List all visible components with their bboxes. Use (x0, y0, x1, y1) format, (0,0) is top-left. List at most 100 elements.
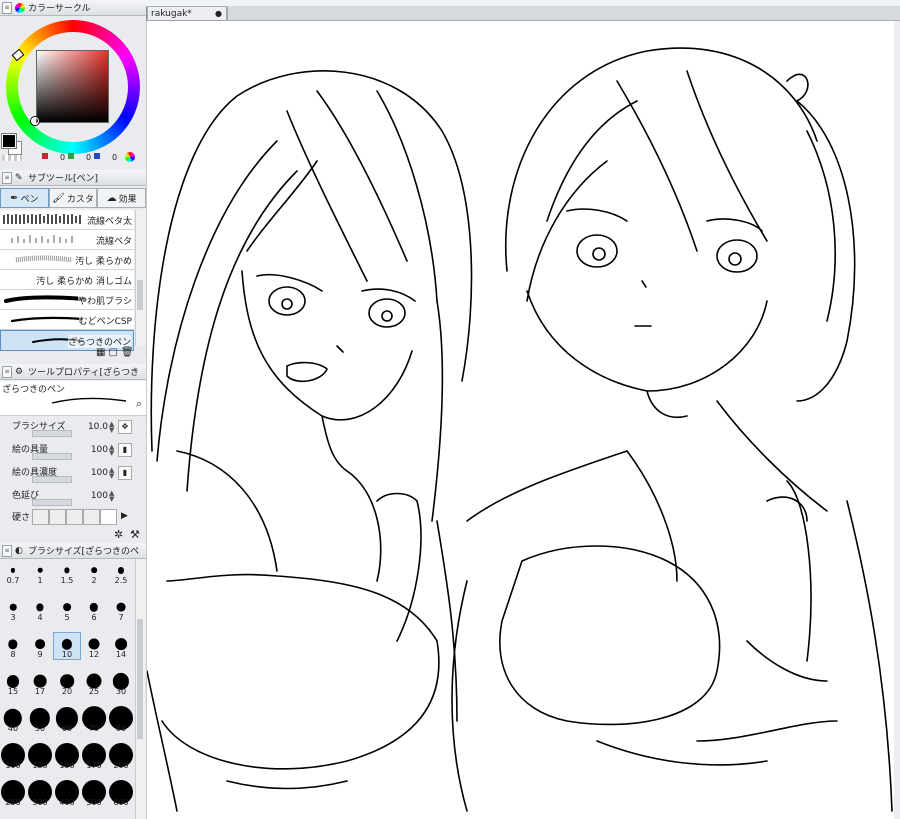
brush-item[interactable]: 汚し 柔らかめ (0, 250, 134, 270)
brush-size-option[interactable]: 1.5 (54, 559, 80, 585)
brush-size-option[interactable]: 9 (27, 633, 53, 659)
brush-item[interactable]: むどペンCSP (0, 310, 134, 330)
new-subtool-icon[interactable]: ▢ (108, 347, 117, 358)
color-stretch-slider[interactable] (32, 499, 72, 506)
wrench-icon[interactable]: ⚒ (130, 528, 140, 541)
hardness-segment[interactable] (49, 509, 66, 525)
brush-size-option[interactable]: 40 (0, 707, 26, 733)
color-mode-icon[interactable] (125, 152, 135, 162)
paint-amount-slider[interactable] (32, 453, 72, 460)
brush-size-option[interactable]: 25 (81, 670, 107, 696)
sv-cursor[interactable] (31, 117, 39, 125)
brush-size-option[interactable]: 60 (54, 707, 80, 733)
hardness-segment[interactable] (32, 509, 49, 525)
spin-icon[interactable]: ▲ ▼ (109, 490, 114, 503)
brush-size-option[interactable]: 300 (27, 780, 53, 807)
drawing-canvas[interactable] (146, 21, 900, 819)
brush-size-option[interactable]: 30 (108, 670, 134, 696)
spin-icon[interactable]: ▲ ▼ (109, 421, 114, 434)
brush-size-option[interactable]: 600 (108, 780, 134, 807)
brush-size-option[interactable]: 17 (27, 670, 53, 696)
brush-item[interactable]: 流線ベタ (0, 230, 134, 250)
brush-size-option[interactable]: 4 (27, 596, 53, 622)
brush-size-option[interactable]: 170 (81, 743, 107, 770)
brush-size-option[interactable]: 120 (27, 743, 53, 770)
brush-size-option[interactable]: 15 (0, 670, 26, 696)
magnify-icon[interactable]: ⌕ (136, 397, 142, 411)
panel-grip-icon[interactable]: ≡ (2, 1, 12, 14)
brush-size-option[interactable]: 200 (108, 743, 134, 770)
panel-grip-icon[interactable]: ≡ (2, 171, 12, 184)
tab-effect[interactable]: ☁ 効果 (97, 188, 147, 208)
canvas-vertical-scrollbar[interactable] (894, 21, 900, 819)
tab-custom[interactable]: 🖌 カスタ (48, 188, 98, 208)
panel-grip-icon[interactable]: ≡ (2, 365, 12, 378)
brush-size-option[interactable]: 150 (54, 743, 80, 770)
paint-density-slider[interactable] (32, 476, 72, 483)
brush-size-option[interactable]: 400 (54, 780, 80, 807)
pressure-icon[interactable]: ✥ (118, 420, 132, 434)
spin-icon[interactable]: ▲ ▼ (109, 444, 114, 457)
pressure-icon[interactable]: ▮ (118, 466, 132, 480)
brush-size-option[interactable]: 0.7 (0, 559, 26, 585)
scroll-thumb[interactable] (137, 619, 143, 739)
brush-item[interactable]: 流線ベタ太 (0, 210, 134, 230)
brush-size-label: 9 (37, 650, 43, 659)
color-circle-panel-header[interactable]: ≡ カラーサークル (0, 0, 146, 16)
brush-list-scrollbar[interactable] (135, 210, 145, 346)
pressure-icon[interactable]: ▮ (118, 443, 132, 457)
brush-size-option[interactable]: 50 (27, 707, 53, 733)
brush-size-option[interactable]: 20 (54, 670, 80, 696)
scroll-thumb[interactable] (137, 280, 143, 310)
brush-size-option[interactable]: 80 (108, 706, 134, 733)
brush-size-label: 100 (5, 761, 21, 770)
brush-size-option[interactable]: 12 (81, 633, 107, 659)
brush-size-option[interactable]: 10 (53, 632, 81, 660)
brush-size-option[interactable]: 6 (81, 596, 107, 622)
prop-value[interactable]: 100 (86, 468, 108, 478)
trash-icon[interactable]: 🗑 (121, 347, 134, 358)
brush-size-option[interactable]: 3 (0, 596, 26, 622)
brush-size-panel-header[interactable]: ≡ ◐ ブラシサイズ[ざらつきのペ (0, 543, 146, 559)
hardness-segment[interactable] (83, 509, 100, 525)
play-icon[interactable]: ▶ (121, 511, 128, 521)
subtool-panel-header[interactable]: ≡ ✎ サブツール[ペン] (0, 170, 146, 186)
brush-size-option[interactable]: 8 (0, 633, 26, 659)
brush-item[interactable]: やわ肌ブラシ (0, 290, 134, 310)
brush-size-scrollbar[interactable] (135, 559, 145, 819)
stamp-icon[interactable]: ▦ (96, 347, 105, 358)
brush-size-option[interactable]: 2 (81, 559, 107, 585)
brush-label: 汚し 柔らかめ 消しゴム (36, 274, 132, 287)
brush-size-option[interactable]: 250 (0, 780, 26, 807)
brush-size-option[interactable]: 1 (27, 559, 53, 585)
green-value: 0 (86, 153, 92, 162)
brush-label: 流線ベタ太 (86, 214, 132, 227)
spin-icon[interactable]: ▲ ▼ (109, 467, 114, 480)
close-tab-icon[interactable]: ● (215, 9, 222, 18)
brush-size-label: 600 (113, 798, 129, 807)
tab-pen[interactable]: ✒ ペン (0, 188, 49, 208)
foreground-color-swatch[interactable] (2, 134, 16, 148)
tool-property-panel-header[interactable]: ≡ ⚙ ツールプロパティ[ざらつき (0, 364, 146, 380)
brush-size-option[interactable]: 2.5 (108, 559, 134, 585)
brush-size-option[interactable]: 14 (108, 633, 134, 659)
brush-item[interactable]: 汚し 柔らかめ 消しゴム (0, 270, 134, 290)
brush-size-option[interactable]: 7 (108, 596, 134, 622)
brush-size-dot (61, 639, 73, 650)
document-tab[interactable]: rakugak* ● (147, 6, 227, 20)
prop-value[interactable]: 100 (86, 445, 108, 455)
transparent-color-swatch[interactable] (2, 155, 22, 161)
brush-size-slider[interactable] (32, 430, 72, 437)
brush-size-option[interactable]: 100 (0, 743, 26, 770)
saturation-value-square[interactable] (36, 50, 109, 123)
hardness-segment[interactable] (66, 509, 83, 525)
brush-size-option[interactable]: 70 (81, 706, 107, 733)
brush-size-option[interactable]: 500 (81, 780, 107, 807)
brush-size-option[interactable]: 5 (54, 596, 80, 622)
pen-tool-icon: ✎ (15, 172, 23, 183)
settings-icon[interactable]: ✲ (114, 528, 123, 541)
hardness-segment[interactable] (100, 509, 117, 525)
prop-value[interactable]: 10.0 (86, 422, 108, 432)
prop-value[interactable]: 100 (86, 491, 108, 501)
panel-grip-icon[interactable]: ≡ (2, 544, 12, 557)
